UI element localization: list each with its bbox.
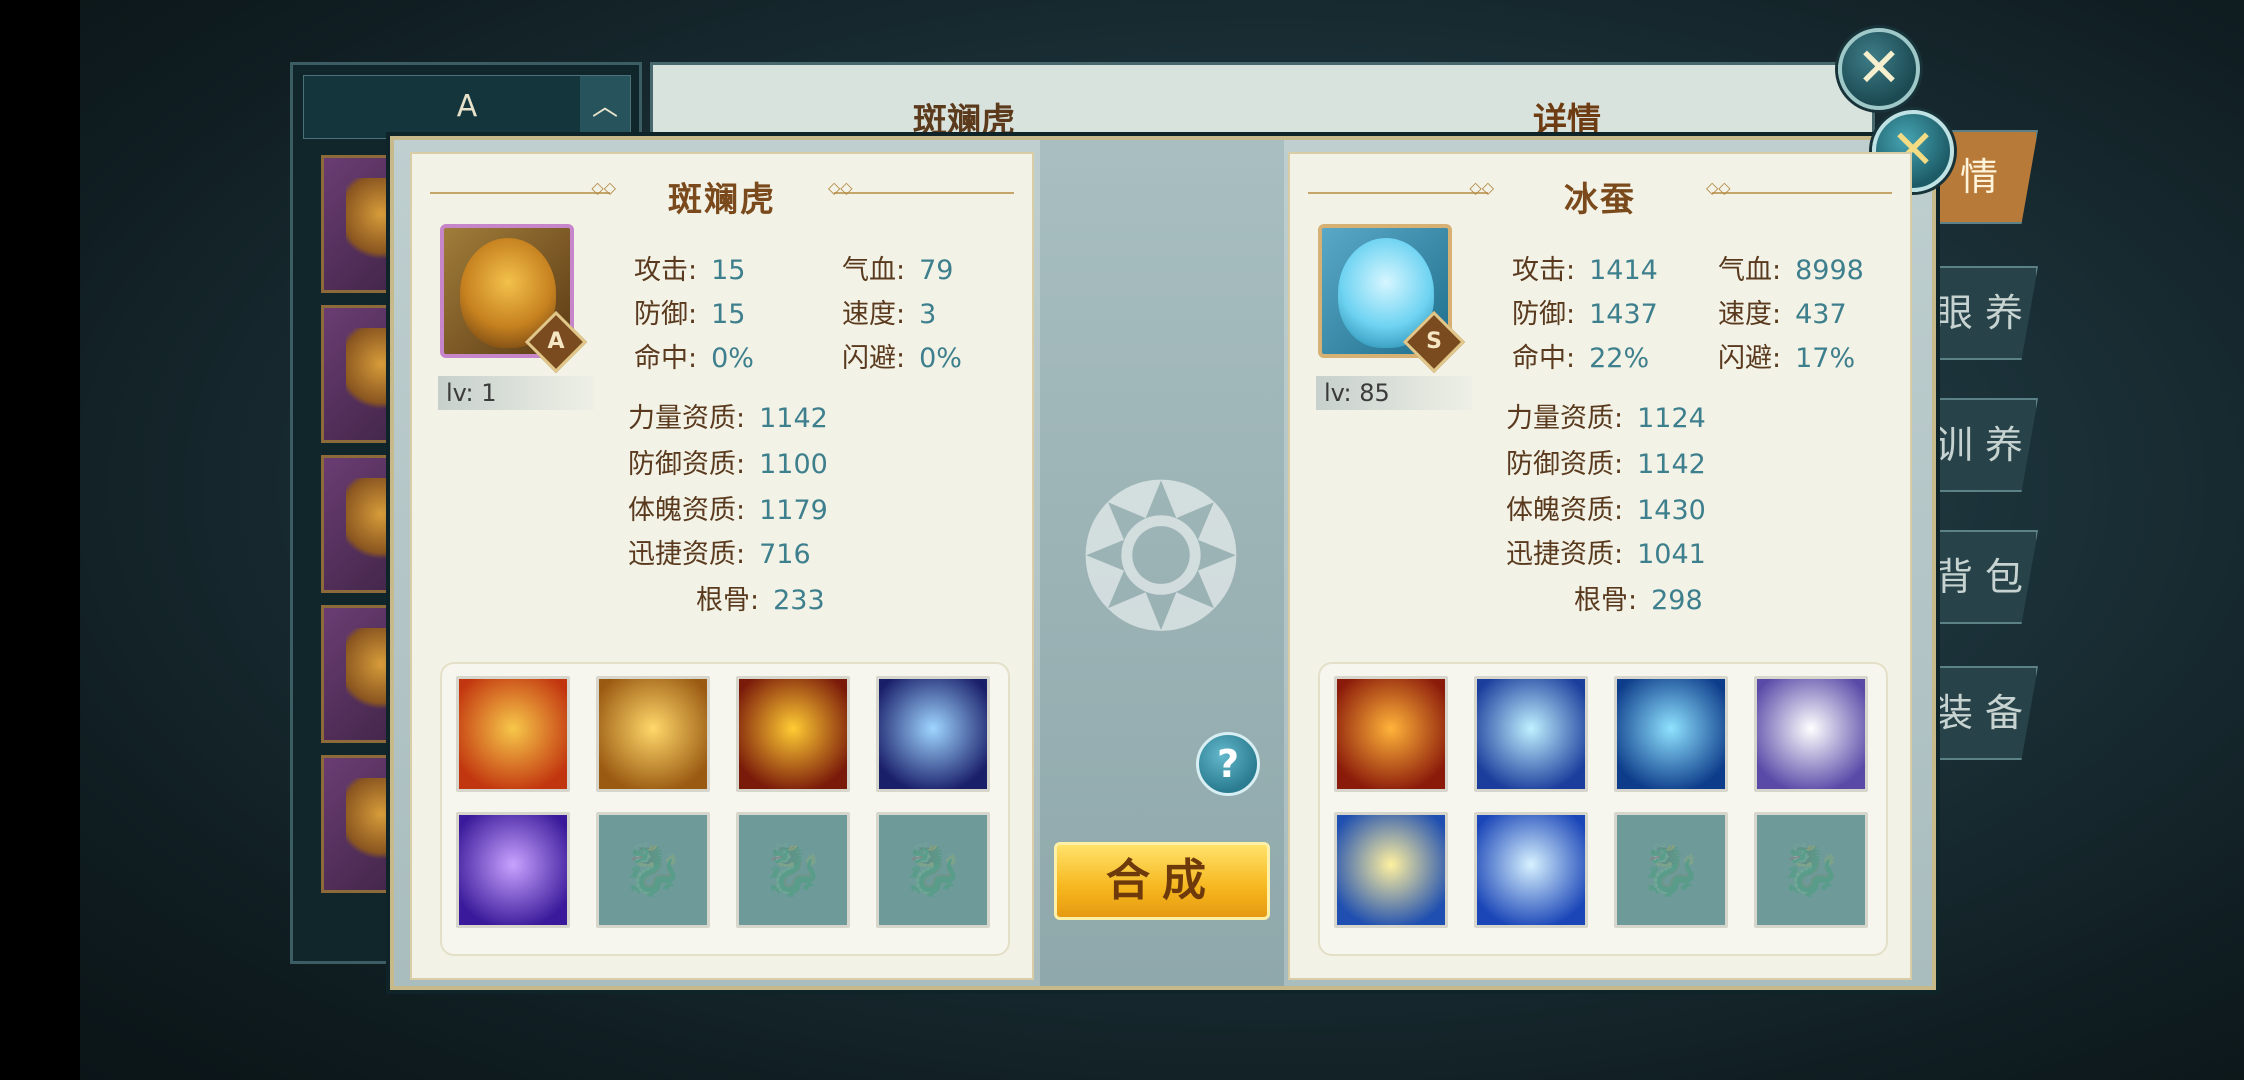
lightning-skill-icon <box>1337 815 1445 925</box>
skill-grid <box>440 662 1010 956</box>
blue-claw-skill-icon <box>879 679 987 789</box>
pet-name: 冰蚕 <box>1564 180 1636 220</box>
aptitude-bone: 根骨: 233 <box>696 585 825 616</box>
pet-name-title: 斑斓虎 <box>913 101 1015 141</box>
skill-slot[interactable] <box>1474 812 1588 928</box>
skill-slot[interactable] <box>1474 676 1588 792</box>
stat-attack: 攻击: 1414 <box>1512 255 1658 286</box>
aptitude-physique: 体魄资质: 1430 <box>1506 495 1706 526</box>
skill-slot[interactable] <box>1334 676 1448 792</box>
skill-grid <box>1318 662 1888 956</box>
stat-dodge: 闪避: 0% <box>842 343 962 374</box>
aptitude-bone: 根骨: 298 <box>1574 585 1703 616</box>
skill-slot[interactable] <box>736 676 850 792</box>
tab-train[interactable]: 眼 养 <box>1920 266 2038 360</box>
purple-tornado-skill-icon <box>459 815 567 925</box>
skill-slot[interactable] <box>1754 676 1868 792</box>
blue-speed-skill-icon <box>1477 679 1585 789</box>
empty-skill-slot <box>1614 812 1728 928</box>
pet-level: lv: 85 <box>1316 376 1472 410</box>
aptitude-defense: 防御资质: 1142 <box>1506 449 1706 480</box>
aptitude-agility: 迅捷资质: 1041 <box>1506 539 1706 570</box>
aptitude-agility: 迅捷资质: 716 <box>628 539 811 570</box>
pet-level: lv: 1 <box>438 376 594 410</box>
tab-bag[interactable]: 背 包 <box>1920 530 2038 624</box>
blue-arrow-skill-icon <box>1477 815 1585 925</box>
empty-skill-slot <box>736 812 850 928</box>
skill-slot[interactable] <box>596 676 710 792</box>
roaring-lion-skill-icon <box>599 679 707 789</box>
stat-speed: 速度: 3 <box>842 299 937 330</box>
pet-list-filter[interactable]: A ︿ <box>303 75 631 139</box>
empty-skill-slot <box>1754 812 1868 928</box>
detail-title: 详情 <box>1533 101 1601 141</box>
white-orb-skill-icon <box>1757 679 1865 789</box>
fire-beast-skill-icon <box>739 679 847 789</box>
stat-hp: 气血: 79 <box>842 255 954 286</box>
pet-card-left: 斑斓虎 A lv: 1 攻击:15 气血:79 防御:15 速度:3 命中:0%… <box>410 152 1034 980</box>
tab-equipment[interactable]: 装 备 <box>1920 666 2038 760</box>
aptitude-physique: 体魄资质: 1179 <box>628 495 828 526</box>
skill-slot[interactable] <box>456 812 570 928</box>
dragon-emblem-icon: ❂ <box>1077 443 1245 676</box>
skill-slot[interactable] <box>1334 812 1448 928</box>
aptitude-strength: 力量资质: 1124 <box>1506 403 1706 434</box>
aptitude-defense: 防御资质: 1100 <box>628 449 828 480</box>
background-close-icon[interactable]: ✕ <box>1838 28 1920 110</box>
pet-name: 斑斓虎 <box>668 180 776 220</box>
collapse-icon[interactable]: ︿ <box>580 76 630 138</box>
blue-heart-skill-icon <box>1617 679 1725 789</box>
stat-hit: 命中: 22% <box>1512 343 1650 374</box>
aptitude-strength: 力量资质: 1142 <box>628 403 828 434</box>
skill-slot[interactable] <box>1614 676 1728 792</box>
fire-orb-skill-icon <box>1337 679 1445 789</box>
tiger-avatar[interactable]: A <box>440 224 588 374</box>
empty-skill-slot <box>596 812 710 928</box>
pet-list-filter-label: A <box>456 89 478 124</box>
pet-card-right: 冰蚕 S lv: 85 攻击:1414 气血:8998 防御:1437 速度:4… <box>1288 152 1912 980</box>
tab-cultivate[interactable]: 训 养 <box>1920 398 2038 492</box>
stat-hit: 命中: 0% <box>634 343 754 374</box>
skill-slot[interactable] <box>876 676 990 792</box>
compose-button[interactable]: 合成 <box>1054 842 1270 920</box>
empty-skill-slot <box>876 812 990 928</box>
stat-attack: 攻击: 15 <box>634 255 746 286</box>
help-button[interactable]: ? <box>1196 732 1260 796</box>
ice-silkworm-avatar[interactable]: S <box>1318 224 1466 374</box>
screen-border <box>0 0 80 1080</box>
stat-defense: 防御: 1437 <box>1512 299 1658 330</box>
stat-hp: 气血: 8998 <box>1718 255 1864 286</box>
stat-defense: 防御: 15 <box>634 299 746 330</box>
stat-speed: 速度: 437 <box>1718 299 1847 330</box>
fire-phoenix-skill-icon <box>459 679 567 789</box>
stat-dodge: 闪避: 17% <box>1718 343 1856 374</box>
skill-slot[interactable] <box>456 676 570 792</box>
